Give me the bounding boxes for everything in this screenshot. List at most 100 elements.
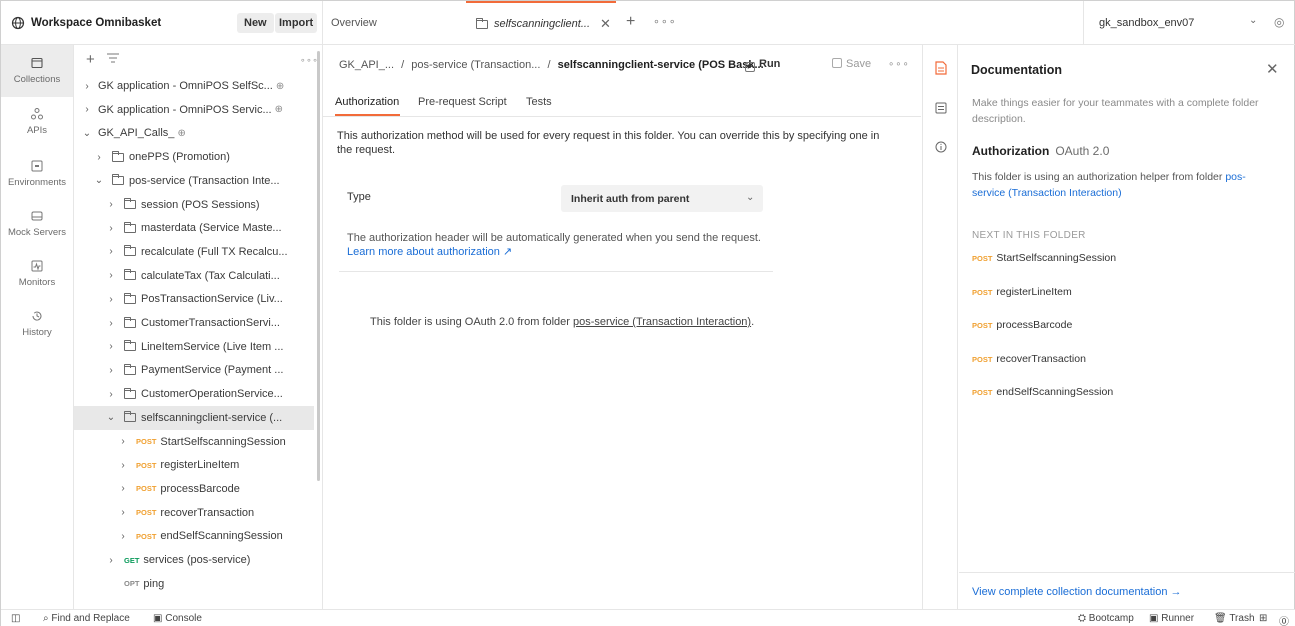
next-request-item[interactable]: POST recoverTransaction: [972, 353, 1086, 365]
request-item[interactable]: › POST processBarcode: [74, 477, 314, 501]
tree-scrollbar[interactable]: [317, 51, 320, 481]
next-request-item[interactable]: POST processBarcode: [972, 319, 1072, 331]
request-item[interactable]: OPT ping: [74, 572, 314, 596]
documentation-description[interactable]: Make things easier for your teammates wi…: [972, 95, 1277, 127]
workspace-title[interactable]: Workspace Omnibasket: [31, 17, 161, 29]
chevron-right-icon[interactable]: ›: [106, 294, 116, 305]
help-icon[interactable]: ⓪: [1279, 613, 1289, 626]
find-replace-button[interactable]: ⌕ Find and Replace: [43, 613, 130, 624]
tab-overview[interactable]: Overview: [331, 17, 377, 29]
documentation-icon[interactable]: [934, 61, 948, 75]
breadcrumb-parent[interactable]: pos-service (Transaction...: [411, 59, 540, 71]
comments-icon[interactable]: [934, 102, 948, 116]
chevron-right-icon[interactable]: ›: [82, 81, 92, 92]
chevron-right-icon[interactable]: ›: [94, 152, 104, 163]
request-item[interactable]: › GET services (pos-service): [74, 548, 314, 572]
learn-more-link[interactable]: Learn more about authorization ↗: [347, 245, 512, 258]
tab-tests[interactable]: Tests: [526, 96, 552, 108]
nav-environments[interactable]: Environments: [1, 159, 73, 199]
oauth-folder-link[interactable]: pos-service (Transaction Interaction): [573, 316, 751, 328]
folder-item[interactable]: › onePPS (Promotion): [74, 145, 314, 169]
nav-mock-servers[interactable]: Mock Servers: [1, 209, 73, 249]
folder-item[interactable]: › recalculate (Full TX Recalcu...: [74, 240, 314, 264]
chevron-right-icon[interactable]: ›: [106, 246, 116, 257]
runner-button[interactable]: ▣ Runner: [1149, 613, 1194, 624]
folder-item[interactable]: › LineItemService (Live Item ...: [74, 335, 314, 359]
chevron-right-icon[interactable]: ›: [106, 223, 116, 234]
chevron-right-icon[interactable]: ›: [106, 341, 116, 352]
tab-pre-request-script[interactable]: Pre-request Script: [418, 96, 507, 108]
chevron-right-icon[interactable]: ›: [106, 270, 116, 281]
view-documentation-link[interactable]: View complete collection documentation →: [972, 586, 1182, 598]
chevron-right-icon[interactable]: ›: [106, 318, 116, 329]
folder-item[interactable]: ⌄ pos-service (Transaction Inte...: [74, 169, 314, 193]
folder-item[interactable]: › PaymentService (Payment ...: [74, 358, 314, 382]
folder-item[interactable]: › calculateTax (Tax Calculati...: [74, 264, 314, 288]
import-button[interactable]: Import: [275, 13, 318, 33]
nav-label: Mock Servers: [7, 227, 67, 238]
request-item[interactable]: › POST StartSelfscanningSession: [74, 430, 314, 454]
chevron-right-icon[interactable]: ›: [118, 483, 128, 494]
collection-item[interactable]: ⌄ GK_API_Calls_ ⊕: [74, 121, 314, 145]
chevron-right-icon[interactable]: ›: [118, 460, 128, 471]
more-icon[interactable]: ∘∘∘: [300, 55, 318, 66]
trash-button[interactable]: 🗑 Trash: [1214, 613, 1255, 624]
next-request-item[interactable]: POST registerLineItem: [972, 286, 1072, 298]
collection-item[interactable]: › GK application - OmniPOS SelfSc... ⊕: [74, 74, 314, 98]
auth-type-select[interactable]: Inherit auth from parent ⌄: [561, 185, 763, 212]
run-button[interactable]: ▶ Run: [745, 58, 780, 72]
nav-collections[interactable]: Collections: [1, 45, 73, 97]
layout-icon[interactable]: ⊞: [1259, 613, 1267, 624]
tab-selfscanningclient[interactable]: selfscanningclient... ✕: [466, 1, 616, 45]
nav-monitors[interactable]: Monitors: [1, 259, 73, 299]
eye-icon[interactable]: ◎: [1274, 15, 1284, 29]
next-request-item[interactable]: POST StartSelfscanningSession: [972, 252, 1116, 264]
chevron-right-icon[interactable]: ›: [118, 507, 128, 518]
info-icon[interactable]: [934, 141, 948, 155]
tab-authorization[interactable]: Authorization: [335, 96, 399, 108]
nav-apis[interactable]: APIs: [1, 107, 73, 147]
environment-selector[interactable]: gk_sandbox_env07 ⌄ ◎: [1083, 1, 1295, 45]
tree-item-label: PaymentService (Payment ...: [141, 364, 284, 377]
chevron-right-icon[interactable]: ›: [106, 199, 116, 210]
next-request-item[interactable]: POST endSelfScanningSession: [972, 386, 1113, 398]
tree-item-label: GK application - OmniPOS Servic...: [98, 103, 272, 116]
breadcrumb-workspace[interactable]: GK_API_...: [339, 59, 394, 71]
folder-item[interactable]: › masterdata (Service Maste...: [74, 216, 314, 240]
chevron-right-icon[interactable]: ›: [106, 555, 116, 566]
chevron-right-icon[interactable]: ›: [106, 365, 116, 376]
chevron-right-icon[interactable]: ›: [118, 531, 128, 542]
request-item[interactable]: › POST registerLineItem: [74, 453, 314, 477]
folder-item[interactable]: › CustomerOperationService...: [74, 382, 314, 406]
request-item[interactable]: › POST endSelfScanningSession: [74, 524, 314, 548]
chevron-right-icon[interactable]: ›: [82, 104, 92, 115]
bootcamp-button[interactable]: ⛭ Bootcamp: [1078, 613, 1134, 624]
folder-item[interactable]: › session (POS Sessions): [74, 193, 314, 217]
chevron-down-icon[interactable]: ⌄: [106, 412, 116, 423]
method-badge: POST: [972, 388, 993, 397]
console-button[interactable]: ▣ Console: [153, 613, 202, 624]
more-icon[interactable]: ∘∘∘: [888, 59, 910, 70]
breadcrumb-separator: /: [547, 59, 551, 71]
close-icon[interactable]: ✕: [600, 16, 611, 32]
chevron-right-icon[interactable]: ›: [118, 436, 128, 447]
filter-icon[interactable]: [107, 53, 119, 66]
collection-item[interactable]: › GK application - OmniPOS Servic... ⊕: [74, 98, 314, 122]
plus-icon[interactable]: +: [86, 51, 95, 68]
folder-item[interactable]: ⌄ selfscanningclient-service (...: [74, 405, 314, 430]
request-item[interactable]: › POST recoverTransaction: [74, 501, 314, 525]
nav-history[interactable]: History: [1, 309, 73, 349]
chevron-down-icon[interactable]: ⌄: [82, 128, 92, 139]
new-tab-button[interactable]: +: [626, 13, 635, 31]
method-badge: GET: [124, 555, 140, 565]
chevron-down-icon[interactable]: ⌄: [94, 175, 104, 186]
close-icon[interactable]: ✕: [1266, 60, 1279, 78]
sidebar-toggle-icon[interactable]: ◫: [11, 613, 20, 624]
new-button[interactable]: New: [237, 13, 274, 33]
folder-item[interactable]: › CustomerTransactionServi...: [74, 311, 314, 335]
folder-item[interactable]: › PosTransactionService (Liv...: [74, 287, 314, 311]
save-button[interactable]: Save: [832, 58, 871, 70]
tab-more-icon[interactable]: ∘∘∘: [653, 15, 677, 28]
chevron-right-icon[interactable]: ›: [106, 389, 116, 400]
tree-item-label: registerLineItem: [160, 459, 240, 472]
